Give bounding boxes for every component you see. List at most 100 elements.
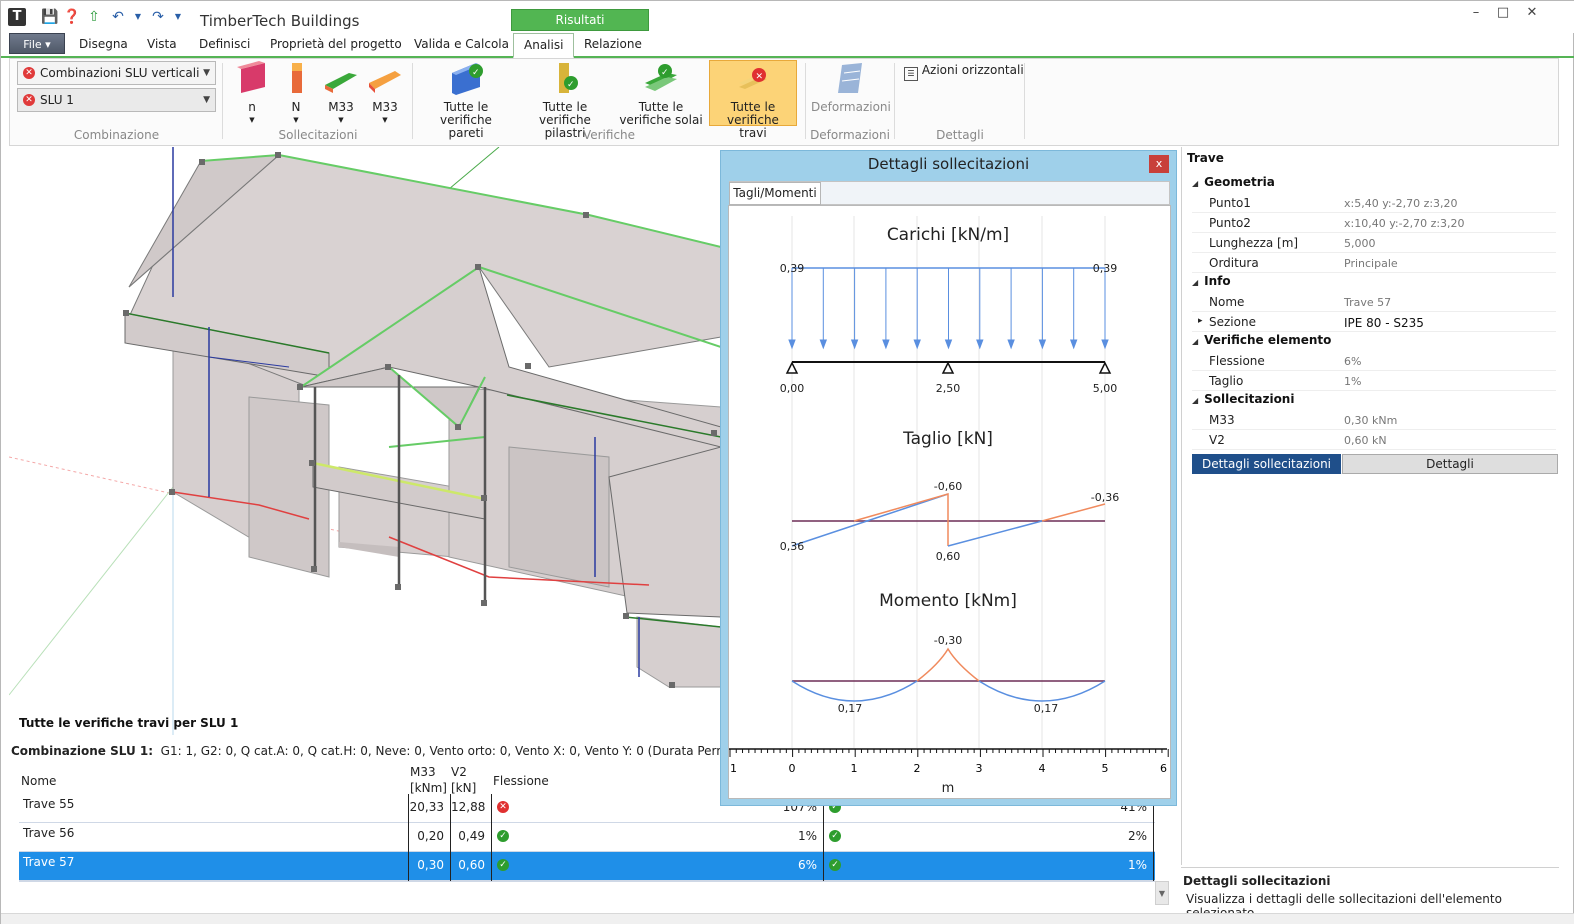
- tab-tagli-momenti[interactable]: Tagli/Momenti: [729, 182, 821, 205]
- property-row[interactable]: Taglio 1%: [1192, 371, 1556, 391]
- stress-n-small-button[interactable]: n ▼: [233, 61, 271, 127]
- minimize-icon[interactable]: –: [1461, 5, 1491, 21]
- upload-icon[interactable]: ⇧: [85, 8, 103, 26]
- x-tick-label: 4: [1039, 762, 1046, 775]
- tab-proprieta-progetto[interactable]: Proprietà del progetto: [270, 37, 402, 51]
- 3d-viewport[interactable]: [9, 147, 721, 735]
- flessione-value: 6%: [797, 858, 817, 872]
- flessione-value: 1%: [797, 829, 817, 843]
- load-arrowhead: [913, 339, 921, 350]
- stress-details-dialog: Dettagli sollecitazioni x Tagli/Momenti …: [720, 150, 1177, 806]
- stress-m33-green-button[interactable]: M33 ▼: [321, 61, 361, 127]
- x-tick-label: 3: [976, 762, 983, 775]
- shear-title: Taglio [kN]: [902, 429, 993, 449]
- chevron-down-icon: ▼: [203, 95, 210, 105]
- app-window: T 💾 ❓ ⇧ ↶ ▼ ↷ ▼ TimberTech Buildings Ris…: [0, 0, 1574, 924]
- tab-disegna[interactable]: Disegna: [79, 37, 128, 51]
- redo-icon[interactable]: ↷: [149, 8, 167, 26]
- deformations-button[interactable]: Deformazioni: [811, 61, 891, 114]
- x-tick-label: 6: [1160, 762, 1167, 775]
- all-floor-checks-button[interactable]: ✓ Tutte le verifiche solai: [615, 61, 707, 127]
- tab-definisci[interactable]: Definisci: [199, 37, 250, 51]
- collapse-triangle-icon[interactable]: ◢: [1192, 179, 1198, 188]
- combination-select[interactable]: ✕ SLU 1 ▼: [17, 88, 216, 112]
- cell-m33: 0,30: [409, 852, 451, 881]
- group-label-sollecitazioni: Sollecitazioni: [278, 128, 358, 142]
- svg-text:✓: ✓: [472, 68, 480, 78]
- table-scrollbar[interactable]: ▼: [1155, 881, 1169, 905]
- wall-check-icon: ✓: [452, 63, 483, 95]
- help-icon[interactable]: ❓: [63, 8, 81, 26]
- property-row[interactable]: M33 0,30 kNm: [1192, 410, 1556, 430]
- stress-N-button[interactable]: N ▼: [279, 61, 313, 127]
- properties-header: Trave: [1187, 151, 1224, 165]
- file-menu-button[interactable]: File ▾: [9, 33, 65, 54]
- undo-icon[interactable]: ↶: [109, 8, 127, 26]
- col-header-m33[interactable]: M33: [410, 765, 436, 779]
- combination-type-select[interactable]: ✕ Combinazioni SLU verticali ▼: [17, 61, 216, 85]
- property-row[interactable]: V2 0,60 kN: [1192, 430, 1556, 450]
- load-label-left: 0,39: [780, 262, 805, 275]
- tab-relazione[interactable]: Relazione: [584, 37, 642, 51]
- expand-triangle-icon[interactable]: ▸: [1198, 316, 1203, 326]
- error-icon: ✕: [23, 67, 35, 79]
- table-row[interactable]: Trave 57 0,30 0,60 ✓ 6% ✓ 1%: [19, 852, 1155, 881]
- property-section[interactable]: ◢ Geometria: [1192, 175, 1275, 189]
- context-tab-results: Risultati: [511, 9, 649, 31]
- shear-label-right: -0,36: [1091, 491, 1119, 504]
- collapse-triangle-icon[interactable]: ◢: [1192, 337, 1198, 346]
- group-label-verifiche: Verifiche: [582, 128, 636, 142]
- customize-qat-icon[interactable]: ▼: [169, 8, 187, 26]
- loads-title: Carichi [kN/m]: [887, 225, 1009, 245]
- col-header-nome[interactable]: Nome: [21, 774, 56, 788]
- close-window-icon[interactable]: ✕: [1517, 5, 1547, 21]
- property-row[interactable]: Nome Trave 57: [1192, 292, 1556, 312]
- property-row-stress-details[interactable]: Dettagli sollecitazioni Dettagli: [1192, 454, 1558, 474]
- col-header-v2[interactable]: V2: [451, 765, 467, 779]
- all-column-checks-button[interactable]: ✓ Tutte le verifiche pilastri: [517, 61, 613, 140]
- close-icon[interactable]: x: [1149, 155, 1169, 173]
- property-row[interactable]: ▸ Sezione IPE 80 - S235: [1192, 312, 1556, 332]
- property-row[interactable]: Lunghezza [m] 5,000: [1192, 233, 1556, 253]
- all-wall-checks-button[interactable]: ✓ Tutte le verifiche pareti: [419, 61, 513, 140]
- col-header-flessione[interactable]: Flessione: [493, 774, 549, 788]
- property-row[interactable]: Orditura Principale: [1192, 253, 1556, 273]
- table-row[interactable]: Trave 56 0,20 0,49 ✓ 1% ✓ 2%: [19, 823, 1155, 852]
- maximize-icon[interactable]: □: [1488, 5, 1518, 21]
- property-section-title: Sollecitazioni: [1204, 392, 1295, 406]
- check-ok-icon: ✓: [497, 830, 509, 842]
- collapse-triangle-icon[interactable]: ◢: [1192, 396, 1198, 405]
- report-icon: ☰: [904, 67, 918, 81]
- collapse-triangle-icon[interactable]: ◢: [1192, 278, 1198, 287]
- details-button[interactable]: Dettagli: [1342, 454, 1558, 474]
- property-section[interactable]: ◢ Sollecitazioni: [1192, 392, 1294, 406]
- app-logo-icon[interactable]: T: [8, 8, 26, 26]
- hint-panel: Dettagli sollecitazioni Visualizza i det…: [1181, 867, 1559, 920]
- tab-analisi[interactable]: Analisi: [513, 33, 575, 58]
- column-check-icon: ✓: [559, 63, 578, 93]
- status-bar: [1, 913, 1574, 924]
- property-row[interactable]: Punto2 x:10,40 y:-2,70 z:3,20: [1192, 213, 1556, 233]
- property-row[interactable]: Punto1 x:5,40 y:-2,70 z:3,20: [1192, 193, 1556, 213]
- cell-taglio: ✓ 1%: [824, 852, 1154, 881]
- property-value: 6%: [1344, 355, 1362, 368]
- horizontal-actions-button[interactable]: ☰ Azioni orizzontali: [904, 63, 1024, 81]
- hint-title: Dettagli sollecitazioni: [1183, 874, 1331, 888]
- stress-diagrams: Carichi [kN/m] 0,39 0,39 0,00 2,50 5,00 …: [729, 216, 1169, 796]
- save-icon[interactable]: 💾: [41, 8, 59, 26]
- tab-vista[interactable]: Vista: [147, 37, 177, 51]
- moment-label-peak: -0,30: [934, 634, 962, 647]
- cell-taglio: ✓ 2%: [824, 823, 1154, 852]
- property-section[interactable]: ◢ Info: [1192, 274, 1231, 288]
- property-row[interactable]: Flessione 6%: [1192, 351, 1556, 371]
- tab-valida-calcola[interactable]: Valida e Calcola: [414, 37, 509, 51]
- check-ok-icon: ✓: [497, 859, 509, 871]
- x-tick-label: 0: [789, 762, 796, 775]
- all-beam-checks-button[interactable]: ✕ Tutte le verifiche travi: [709, 60, 797, 140]
- undo-dropdown-icon[interactable]: ▼: [129, 8, 147, 26]
- stress-m33-orange-button[interactable]: M33 ▼: [365, 61, 405, 127]
- property-section[interactable]: ◢ Verifiche elemento: [1192, 333, 1331, 347]
- svg-text:✓: ✓: [567, 80, 575, 90]
- property-value: 0,60 kN: [1344, 434, 1387, 447]
- property-section-title: Geometria: [1204, 175, 1275, 189]
